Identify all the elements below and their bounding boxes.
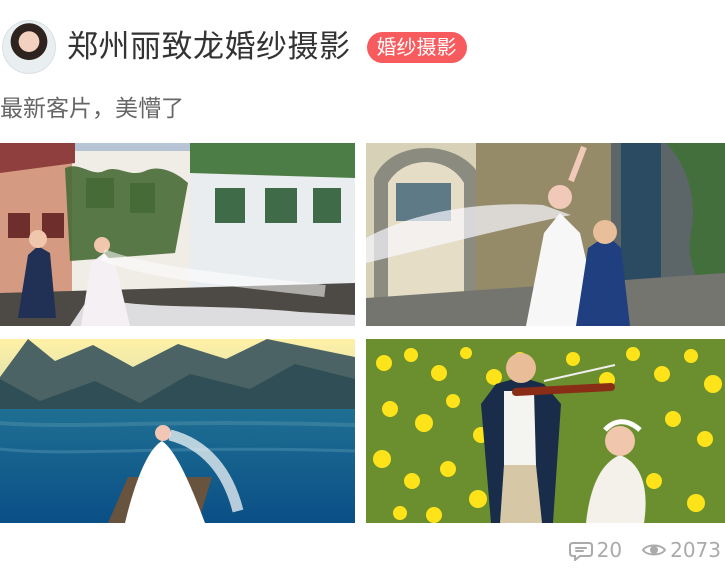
comment-count-value: 20 <box>596 538 623 562</box>
wedding-photo-lake[interactable] <box>0 339 355 523</box>
view-count-value: 2073 <box>670 538 721 562</box>
post-stats: 20 2073 <box>568 535 721 565</box>
wedding-photo-flowers[interactable] <box>366 339 725 523</box>
studio-header: 郑州丽致龙婚纱摄影 婚纱摄影 <box>0 14 725 80</box>
post-caption: 最新客片，美懵了 <box>0 96 184 122</box>
view-count: 2073 <box>642 540 721 560</box>
studio-name[interactable]: 郑州丽致龙婚纱摄影 <box>67 31 351 63</box>
comment-count[interactable]: 20 <box>568 538 623 562</box>
wedding-photo-village[interactable] <box>0 143 355 326</box>
avatar[interactable] <box>2 20 56 74</box>
comment-icon[interactable] <box>568 539 593 561</box>
view-eye-icon <box>642 542 667 558</box>
category-tag[interactable]: 婚纱摄影 <box>366 31 467 63</box>
post-card: 郑州丽致龙婚纱摄影 婚纱摄影 最新客片，美懵了 20 2073 <box>0 0 725 581</box>
wedding-photo-arch[interactable] <box>366 143 725 326</box>
